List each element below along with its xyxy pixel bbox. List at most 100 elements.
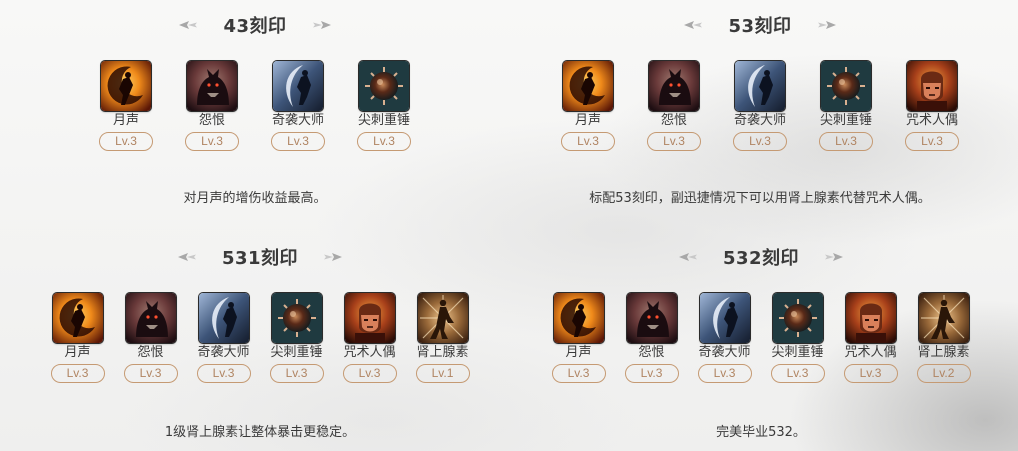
- engraving-name: 月声: [64, 345, 91, 360]
- master-ambusher-icon: [199, 293, 249, 343]
- keen-blunt-weapon-icon: [359, 61, 409, 111]
- engraving-item[interactable]: 尖刺重锤 Lv.3: [803, 61, 889, 151]
- engraving-item[interactable]: 怨恨 Lv.3: [114, 293, 187, 383]
- engraving-name: 月声: [565, 345, 592, 360]
- engraving-item[interactable]: 尖刺重锤 Lv.3: [341, 61, 427, 151]
- engraving-item[interactable]: 咒术人偶 Lv.3: [834, 293, 907, 383]
- engraving-item[interactable]: 月声 Lv.3: [83, 61, 169, 151]
- engraving-name: 怨恨: [660, 113, 687, 128]
- engraving-name: 月声: [574, 113, 601, 128]
- engraving-name: 咒术人偶: [905, 113, 958, 128]
- engraving-level-badge: Lv.3: [733, 132, 787, 151]
- master-ambusher-icon: [735, 61, 785, 111]
- section-note: 1级肾上腺素让整体暴击更稳定。: [164, 425, 356, 440]
- engraving-item[interactable]: 尖刺重锤 Lv.3: [260, 293, 333, 383]
- title-right-ornament-icon: [818, 19, 836, 31]
- engraving-level-badge: Lv.3: [99, 132, 153, 151]
- grudge-icon: [649, 61, 699, 111]
- engraving-name: 怨恨: [638, 345, 665, 360]
- engraving-item[interactable]: 月声 Lv.3: [41, 293, 114, 383]
- engraving-item[interactable]: 月声 Lv.3: [545, 61, 631, 151]
- engraving-section-531: 531刻印 月声 Lv.3 怨恨 Lv.3 奇袭大师 Lv.3 尖刺重锤 Lv.3 咒术人偶 Lv…: [35, 245, 485, 445]
- moonlight-sound-icon: [554, 293, 604, 343]
- engraving-level-badge: Lv.3: [819, 132, 873, 151]
- cursed-doll-icon: [907, 61, 957, 111]
- engraving-level-badge: Lv.3: [271, 132, 325, 151]
- engraving-level-badge: Lv.2: [916, 364, 971, 383]
- engraving-level-badge: Lv.3: [843, 364, 898, 383]
- engraving-name: 尖刺重锤: [270, 345, 323, 360]
- grudge-icon: [126, 293, 176, 343]
- keen-blunt-weapon-icon: [821, 61, 871, 111]
- engraving-list: 月声 Lv.3 怨恨 Lv.3 奇袭大师 Lv.3 尖刺重锤 Lv.3 咒术人偶 Lv.3: [545, 61, 975, 151]
- engraving-name: 尖刺重锤: [771, 345, 824, 360]
- section-title: 43刻印: [223, 16, 287, 37]
- moonlight-sound-icon: [101, 61, 151, 111]
- engraving-item[interactable]: 肾上腺素 Lv.2: [907, 293, 980, 383]
- engraving-level-badge: Lv.3: [196, 364, 251, 383]
- adrenaline-icon: [418, 293, 468, 343]
- master-ambusher-icon: [273, 61, 323, 111]
- engraving-level-badge: Lv.3: [624, 364, 679, 383]
- section-note: 完美毕业532。: [716, 425, 806, 440]
- keen-blunt-weapon-icon: [773, 293, 823, 343]
- engraving-name: 奇袭大师: [733, 113, 786, 128]
- grudge-icon: [627, 293, 677, 343]
- engraving-level-badge: Lv.3: [50, 364, 105, 383]
- engraving-name: 月声: [112, 113, 139, 128]
- engraving-item[interactable]: 咒术人偶 Lv.3: [333, 293, 406, 383]
- engraving-level-badge: Lv.1: [415, 364, 470, 383]
- grudge-icon: [187, 61, 237, 111]
- engraving-item[interactable]: 奇袭大师 Lv.3: [255, 61, 341, 151]
- engraving-item[interactable]: 怨恨 Lv.3: [169, 61, 255, 151]
- title-right-ornament-icon: [825, 251, 843, 263]
- title-right-ornament-icon: [313, 19, 331, 31]
- engraving-list: 月声 Lv.3 怨恨 Lv.3 奇袭大师 Lv.3 尖刺重锤 Lv.3: [75, 61, 435, 151]
- title-left-ornament-icon: [684, 19, 702, 31]
- engraving-name: 肾上腺素: [917, 345, 970, 360]
- cursed-doll-icon: [345, 293, 395, 343]
- engraving-item[interactable]: 奇袭大师 Lv.3: [688, 293, 761, 383]
- engraving-level-badge: Lv.3: [770, 364, 825, 383]
- engraving-item[interactable]: 奇袭大师 Lv.3: [187, 293, 260, 383]
- engraving-item[interactable]: 咒术人偶 Lv.3: [889, 61, 975, 151]
- engraving-item[interactable]: 肾上腺素 Lv.1: [406, 293, 479, 383]
- section-title-row: 53刻印: [545, 13, 975, 37]
- engraving-level-badge: Lv.3: [185, 132, 239, 151]
- engraving-item[interactable]: 尖刺重锤 Lv.3: [761, 293, 834, 383]
- engraving-level-badge: Lv.3: [647, 132, 701, 151]
- engraving-item[interactable]: 怨恨 Lv.3: [615, 293, 688, 383]
- engraving-name: 肾上腺素: [416, 345, 469, 360]
- engraving-level-badge: Lv.3: [342, 364, 397, 383]
- engraving-list: 月声 Lv.3 怨恨 Lv.3 奇袭大师 Lv.3 尖刺重锤 Lv.3 咒术人偶 Lv.3 肾上腺素…: [35, 293, 485, 383]
- engraving-level-badge: Lv.3: [551, 364, 606, 383]
- section-title-row: 43刻印: [75, 13, 435, 37]
- moonlight-sound-icon: [53, 293, 103, 343]
- engraving-level-badge: Lv.3: [123, 364, 178, 383]
- engraving-section-532: 532刻印 月声 Lv.3 怨恨 Lv.3 奇袭大师 Lv.3 尖刺重锤 Lv.3 咒术人偶 Lv…: [536, 245, 986, 445]
- engraving-level-badge: Lv.3: [357, 132, 411, 151]
- engraving-list: 月声 Lv.3 怨恨 Lv.3 奇袭大师 Lv.3 尖刺重锤 Lv.3 咒术人偶 Lv.3 肾上腺素…: [536, 293, 986, 383]
- engraving-name: 奇袭大师: [698, 345, 751, 360]
- title-left-ornament-icon: [179, 19, 197, 31]
- engraving-name: 奇袭大师: [271, 113, 324, 128]
- engraving-item[interactable]: 月声 Lv.3: [542, 293, 615, 383]
- engraving-item[interactable]: 怨恨 Lv.3: [631, 61, 717, 151]
- engraving-section-53: 53刻印 月声 Lv.3 怨恨 Lv.3 奇袭大师 Lv.3 尖刺重锤 Lv.3 咒术人偶 Lv.…: [545, 13, 975, 213]
- cursed-doll-icon: [846, 293, 896, 343]
- master-ambusher-icon: [700, 293, 750, 343]
- section-title: 532刻印: [722, 248, 800, 269]
- engraving-section-43: 43刻印 月声 Lv.3 怨恨 Lv.3 奇袭大师 Lv.3 尖刺重锤 Lv.3 对月声的增伤…: [75, 13, 435, 213]
- engraving-name: 尖刺重锤: [819, 113, 872, 128]
- engraving-name: 咒术人偶: [343, 345, 396, 360]
- engraving-name: 咒术人偶: [844, 345, 897, 360]
- engraving-level-badge: Lv.3: [905, 132, 959, 151]
- engraving-name: 怨恨: [198, 113, 225, 128]
- keen-blunt-weapon-icon: [272, 293, 322, 343]
- engraving-item[interactable]: 奇袭大师 Lv.3: [717, 61, 803, 151]
- title-left-ornament-icon: [679, 251, 697, 263]
- moonlight-sound-icon: [563, 61, 613, 111]
- section-title-row: 531刻印: [35, 245, 485, 269]
- engraving-level-badge: Lv.3: [561, 132, 615, 151]
- title-right-ornament-icon: [324, 251, 342, 263]
